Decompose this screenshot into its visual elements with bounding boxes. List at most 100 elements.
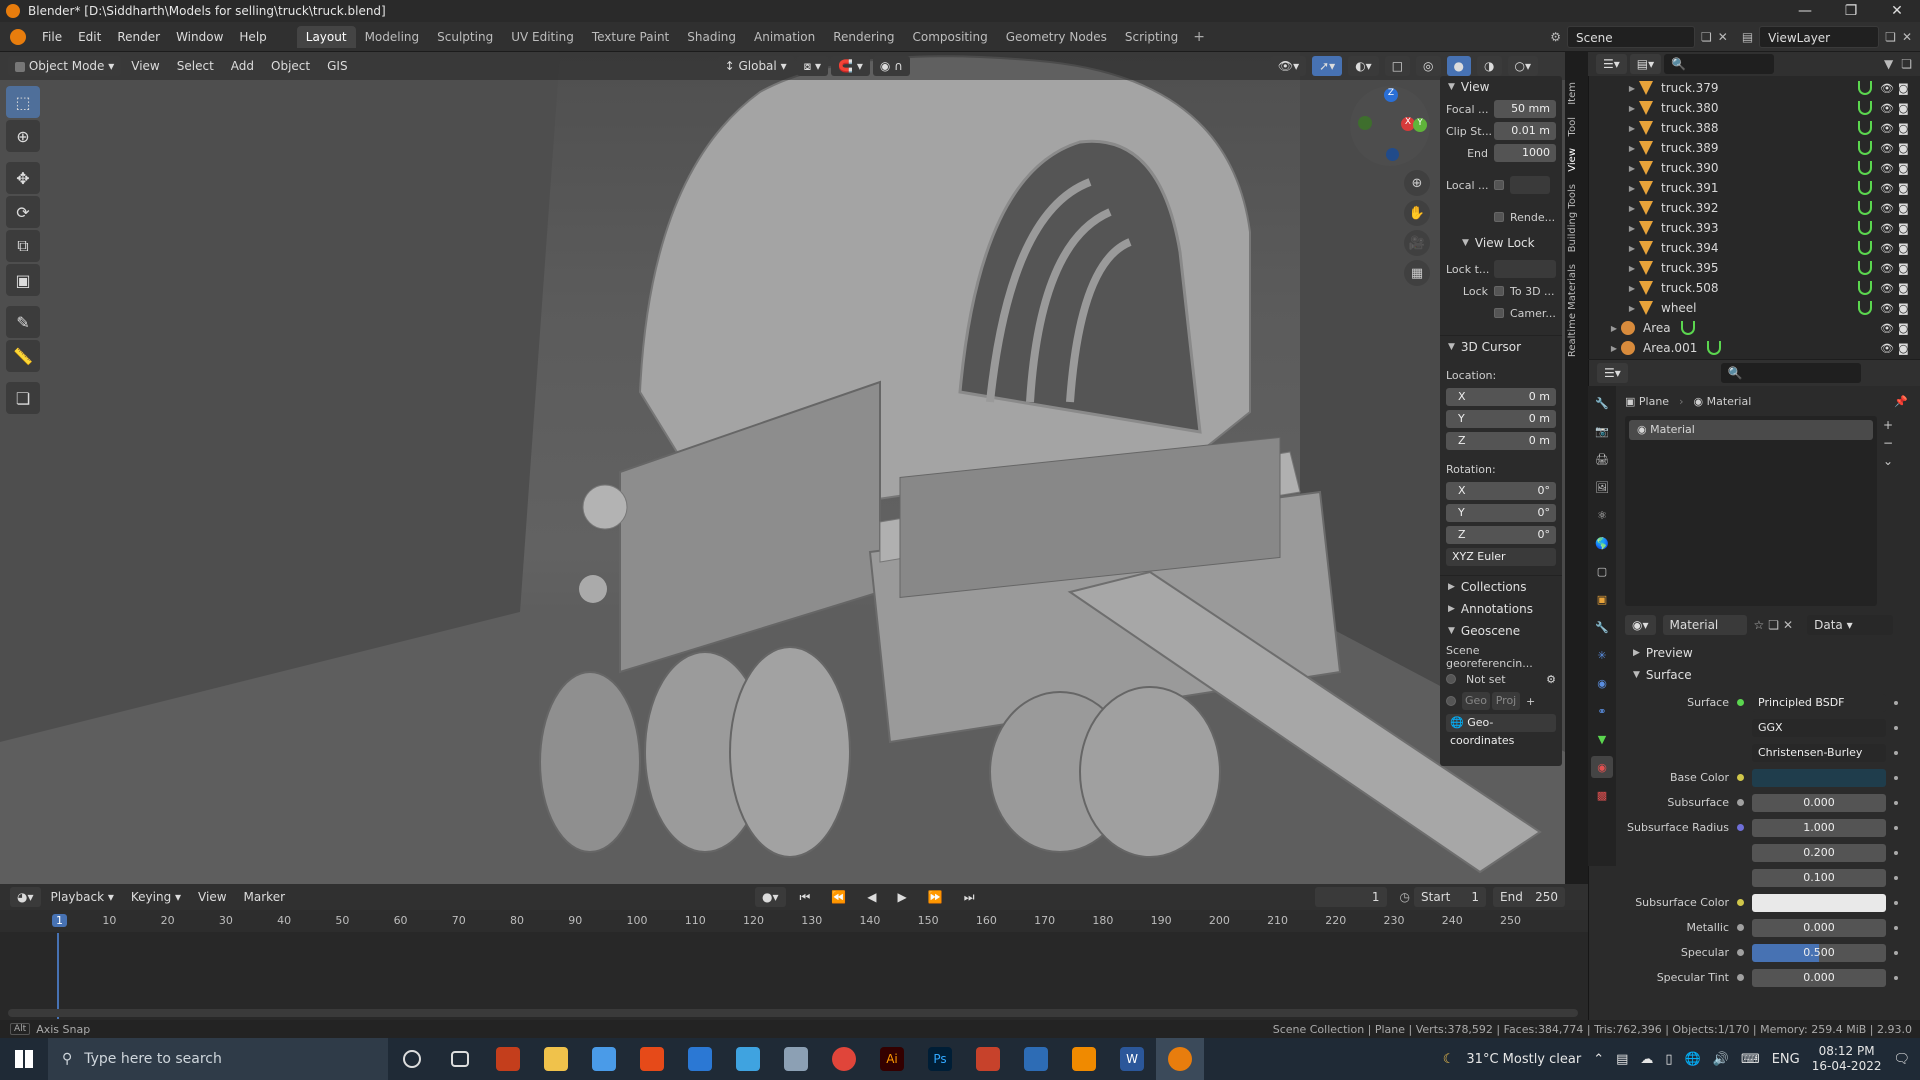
section-collections[interactable]: ▶ Collections bbox=[1440, 576, 1562, 598]
material-name-field[interactable]: Material bbox=[1662, 615, 1747, 635]
outliner-row[interactable]: ▶ truck.379 👁 ◙ bbox=[1607, 78, 1920, 98]
outliner-search[interactable]: 🔍 bbox=[1664, 54, 1775, 74]
sketchup-icon[interactable] bbox=[964, 1038, 1012, 1080]
rendered-shading-icon[interactable]: ○▾ bbox=[1507, 56, 1538, 76]
expand-chevron-icon[interactable]: ▶ bbox=[1625, 224, 1639, 233]
tray-battery-icon[interactable]: ▯ bbox=[1665, 1052, 1672, 1067]
rotation-mode-dropdown[interactable]: XYZ Euler bbox=[1446, 548, 1556, 566]
property-number-field[interactable]: 0.200 bbox=[1752, 843, 1886, 862]
next-key-icon[interactable]: ⏩ bbox=[921, 887, 950, 907]
minimize-icon[interactable]: — bbox=[1782, 3, 1828, 19]
visibility-eye-icon[interactable]: 👁 bbox=[1880, 122, 1894, 135]
visibility-eye-icon[interactable]: 👁 bbox=[1880, 242, 1894, 255]
timeline-scrollbar[interactable] bbox=[8, 1009, 1578, 1017]
socket-dot-icon[interactable] bbox=[1737, 699, 1744, 706]
visibility-eye-icon[interactable]: 👁 bbox=[1880, 162, 1894, 175]
outliner-row[interactable]: ▶ truck.390 👁 ◙ bbox=[1607, 158, 1920, 178]
render-camera-icon[interactable]: ◙ bbox=[1898, 142, 1912, 155]
render-camera-icon[interactable]: ◙ bbox=[1898, 182, 1912, 195]
lock-camera-checkbox[interactable] bbox=[1494, 308, 1504, 318]
visibility-eye-icon[interactable]: 👁 bbox=[1880, 282, 1894, 295]
slot-menu-icon[interactable]: ⌄ bbox=[1883, 454, 1893, 468]
color-swatch[interactable] bbox=[1752, 768, 1886, 787]
cursor-tool-icon[interactable]: ⊕ bbox=[6, 120, 40, 152]
material-shading-icon[interactable]: ◑ bbox=[1477, 56, 1502, 76]
property-number-field[interactable]: 0.000 bbox=[1752, 918, 1886, 937]
expand-chevron-icon[interactable]: ▶ bbox=[1625, 84, 1639, 93]
tray-onedrive-icon[interactable]: ☁ bbox=[1640, 1052, 1653, 1067]
mode-selector[interactable]: Object Mode ▾ bbox=[8, 56, 122, 76]
render-camera-icon[interactable]: ◙ bbox=[1898, 282, 1912, 295]
section-surface[interactable]: ▼ Surface bbox=[1625, 664, 1920, 686]
lock-to-object-field[interactable] bbox=[1494, 260, 1556, 278]
property-slider[interactable]: 0.500 bbox=[1752, 943, 1886, 962]
object-tab-icon[interactable]: ▣ bbox=[1591, 588, 1613, 610]
visibility-eye-icon[interactable]: 👁 bbox=[1880, 202, 1894, 215]
notification-icon[interactable]: 🗨 bbox=[1893, 1052, 1910, 1067]
expand-chevron-icon[interactable]: ▶ bbox=[1625, 144, 1639, 153]
mesh-data-icon[interactable] bbox=[1858, 141, 1872, 155]
render-camera-icon[interactable]: ◙ bbox=[1898, 82, 1912, 95]
timeline-editor-type-icon[interactable]: ◕▾ bbox=[10, 887, 41, 907]
tray-volume-icon[interactable]: 🔊 bbox=[1713, 1052, 1729, 1067]
geo-button[interactable]: Geo bbox=[1462, 692, 1490, 710]
remove-viewlayer-icon[interactable]: ✕ bbox=[1902, 30, 1912, 44]
visibility-eye-icon[interactable]: 👁 bbox=[1880, 302, 1894, 315]
property-number-field[interactable]: 1.000 bbox=[1752, 818, 1886, 837]
outliner-row[interactable]: ▶ truck.391 👁 ◙ bbox=[1607, 178, 1920, 198]
mesh-data-icon[interactable] bbox=[1858, 241, 1872, 255]
menu-keying[interactable]: Keying ▾ bbox=[124, 887, 188, 907]
menu-window[interactable]: Window bbox=[168, 22, 231, 52]
outliner-row[interactable]: ▶ truck.393 👁 ◙ bbox=[1607, 218, 1920, 238]
view-layer-tab-icon[interactable]: 🖼 bbox=[1591, 476, 1613, 498]
new-scene-icon[interactable]: ❏ bbox=[1701, 30, 1712, 44]
xray-icon[interactable]: □ bbox=[1384, 56, 1411, 76]
keyframe-dot-icon[interactable] bbox=[1894, 750, 1898, 755]
new-collection-icon[interactable]: ❏ bbox=[1901, 57, 1912, 71]
menu-playback[interactable]: Playback ▾ bbox=[44, 887, 121, 907]
expand-chevron-icon[interactable]: ▶ bbox=[1625, 104, 1639, 113]
visibility-eye-icon[interactable]: 👁 bbox=[1880, 262, 1894, 275]
measure-tool-icon[interactable]: 📏 bbox=[6, 340, 40, 372]
menu-add[interactable]: Add bbox=[224, 56, 261, 76]
side-tab-item[interactable]: Item bbox=[1567, 76, 1578, 111]
outliner-row[interactable]: ▶ wheel 👁 ◙ bbox=[1607, 298, 1920, 318]
expand-chevron-icon[interactable]: ▶ bbox=[1625, 244, 1639, 253]
mesh-data-icon[interactable] bbox=[1858, 101, 1872, 115]
menu-help[interactable]: Help bbox=[231, 22, 274, 52]
fake-user-icon[interactable]: ☆ bbox=[1754, 618, 1765, 632]
rotate-tool-icon[interactable]: ⟳ bbox=[6, 196, 40, 228]
jump-start-icon[interactable]: ⏮ bbox=[793, 887, 818, 907]
menu-select[interactable]: Select bbox=[170, 56, 221, 76]
tab-texture-paint[interactable]: Texture Paint bbox=[583, 26, 678, 48]
menu-timeline-view[interactable]: View bbox=[191, 887, 233, 907]
section-view[interactable]: ▼ View bbox=[1440, 76, 1562, 98]
powerpoint-icon[interactable] bbox=[484, 1038, 532, 1080]
remove-scene-icon[interactable]: ✕ bbox=[1718, 30, 1728, 44]
keyframe-dot-icon[interactable] bbox=[1894, 800, 1898, 805]
socket-dot-icon[interactable] bbox=[1737, 974, 1744, 981]
cursor-rot-x-field[interactable]: X 0° bbox=[1446, 482, 1556, 500]
modifier-tab-icon[interactable]: 🔧 bbox=[1591, 616, 1613, 638]
add-geo-icon[interactable]: + bbox=[1526, 695, 1535, 708]
proportional-edit-button[interactable]: ◉ ∩ bbox=[872, 56, 910, 76]
scene-tab-icon[interactable]: ⚛ bbox=[1591, 504, 1613, 526]
keyframe-dot-icon[interactable] bbox=[1894, 700, 1898, 705]
word-icon[interactable]: W bbox=[1108, 1038, 1156, 1080]
start-frame-field[interactable]: Start 1 bbox=[1414, 887, 1486, 907]
playhead-line[interactable] bbox=[57, 933, 59, 1019]
edge-icon[interactable] bbox=[724, 1038, 772, 1080]
language-indicator[interactable]: ENG bbox=[1772, 1052, 1800, 1067]
geo-coordinates-button[interactable]: 🌐 Geo-coordinates bbox=[1446, 714, 1556, 747]
local-camera-picker[interactable] bbox=[1510, 176, 1550, 194]
tab-geometry-nodes[interactable]: Geometry Nodes bbox=[997, 26, 1116, 48]
section-annotations[interactable]: ▶ Annotations bbox=[1440, 598, 1562, 620]
property-number-field[interactable]: 0.100 bbox=[1752, 868, 1886, 887]
menu-edit[interactable]: Edit bbox=[70, 22, 109, 52]
property-dropdown[interactable]: GGX bbox=[1752, 718, 1886, 737]
expand-chevron-icon[interactable]: ▶ bbox=[1625, 184, 1639, 193]
display-mode-icon[interactable]: ▤▾ bbox=[1629, 54, 1662, 74]
keyframe-dot-icon[interactable] bbox=[1894, 725, 1898, 730]
solid-shading-icon[interactable]: ● bbox=[1446, 56, 1472, 76]
side-tab-tool[interactable]: Tool bbox=[1567, 111, 1578, 142]
